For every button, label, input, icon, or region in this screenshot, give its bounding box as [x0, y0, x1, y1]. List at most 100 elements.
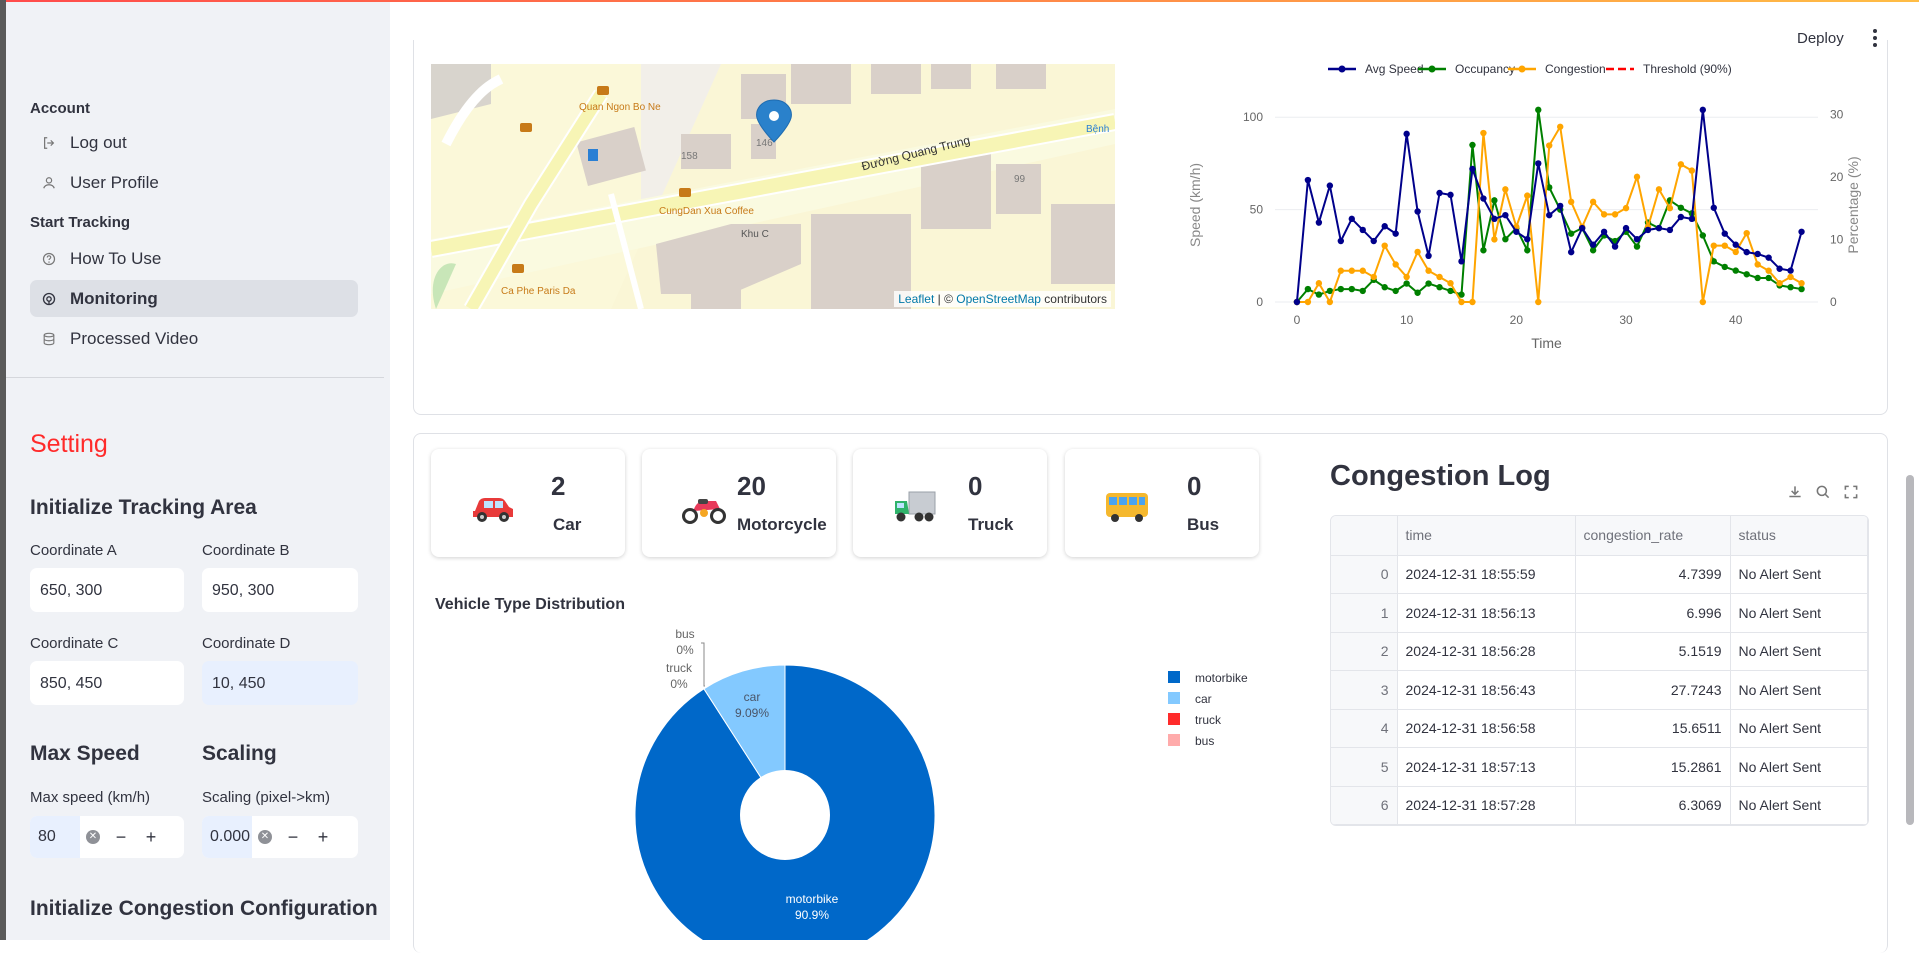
- increment-button[interactable]: +: [136, 827, 166, 848]
- pie-label-category: motorbike: [786, 892, 839, 906]
- pie-leader-line: [701, 642, 705, 687]
- data-point: [1557, 202, 1564, 210]
- pie-label-percent: 0%: [670, 677, 688, 691]
- osm-link[interactable]: OpenStreetMap: [956, 292, 1041, 306]
- coord-d-input[interactable]: 10, 450: [202, 661, 358, 705]
- data-point: [1337, 237, 1345, 245]
- congestion-log-table[interactable]: time congestion_rate status 0 2024-12-31 …: [1330, 515, 1869, 826]
- sidebar-item-processed-video[interactable]: Processed Video: [30, 320, 358, 357]
- table-row[interactable]: 3 2024-12-31 18:56:43 27.7243 No Alert Sent: [1331, 670, 1868, 710]
- table-row[interactable]: 0 2024-12-31 18:55:59 4.7399 No Alert Sent: [1331, 555, 1868, 594]
- data-point: [1743, 248, 1750, 256]
- bus-icon: [1106, 493, 1148, 522]
- time-cell: 2024-12-31 18:56:28: [1397, 632, 1576, 671]
- leaflet-link[interactable]: Leaflet: [898, 292, 934, 306]
- clear-icon[interactable]: ✕: [258, 830, 272, 844]
- table-row[interactable]: 5 2024-12-31 18:57:13 15.2861 No Alert Sent: [1331, 747, 1868, 787]
- row-index: 3: [1331, 670, 1398, 710]
- data-point: [1754, 261, 1761, 268]
- table-row[interactable]: 4 2024-12-31 18:56:58 15.6511 No Alert Sent: [1331, 709, 1868, 748]
- column-header-index[interactable]: [1331, 516, 1398, 556]
- series-line-1: [1296, 109, 1802, 303]
- max-speed-input[interactable]: 80: [30, 816, 80, 858]
- bus-count-card: 0 Bus: [1065, 449, 1259, 557]
- data-point: [1480, 247, 1487, 254]
- data-point: [1425, 280, 1432, 287]
- y-tick-label: 50: [1250, 203, 1264, 217]
- sidebar-item-monitoring[interactable]: Monitoring: [30, 280, 358, 317]
- legend-label: bus: [1195, 734, 1214, 748]
- data-point: [1436, 284, 1443, 291]
- decrement-button[interactable]: −: [278, 827, 308, 848]
- page-scrollbar[interactable]: [1906, 475, 1914, 825]
- data-point: [1798, 285, 1805, 293]
- x-axis-label: Time: [1531, 335, 1562, 351]
- attribution-tail: contributors: [1040, 292, 1107, 306]
- data-point: [1326, 182, 1334, 189]
- coord-c-input[interactable]: 850, 450: [30, 661, 184, 705]
- y2-tick-label: 30: [1830, 107, 1844, 121]
- data-point: [1370, 237, 1377, 245]
- data-point: [1469, 141, 1476, 149]
- coord-b-input[interactable]: 950, 300: [202, 568, 358, 612]
- search-icon[interactable]: [1814, 483, 1832, 501]
- column-header-congestion-rate[interactable]: congestion_rate: [1575, 516, 1731, 556]
- map[interactable]: Quan Ngon Bo Ne Đường Quang Trung CungDa…: [431, 64, 1115, 309]
- time-cell: 2024-12-31 18:56:58: [1397, 709, 1576, 748]
- account-section-title: Account: [30, 100, 90, 117]
- column-header-status[interactable]: status: [1730, 516, 1868, 556]
- legend-swatch: [1168, 671, 1180, 683]
- data-point: [1688, 215, 1696, 223]
- legend-swatch: [1168, 734, 1180, 746]
- table-row[interactable]: 6 2024-12-31 18:57:28 6.3069 No Alert Sent: [1331, 786, 1868, 825]
- sidebar-item-how-to-use[interactable]: How To Use: [30, 240, 358, 277]
- decrement-button[interactable]: −: [106, 827, 136, 848]
- data-point: [1535, 160, 1542, 167]
- scaling-input[interactable]: 0.000: [202, 816, 252, 858]
- data-point: [1546, 142, 1553, 149]
- table-toolbar: [1786, 483, 1860, 501]
- data-point: [1798, 280, 1805, 287]
- row-index: 6: [1331, 786, 1398, 825]
- sidebar-item-user-profile[interactable]: User Profile: [30, 164, 358, 201]
- vehicle-pie-chart[interactable]: motorbike 90.9% car 9.09% bus 0% truck 0% motorb…: [420, 618, 1320, 940]
- status-cell: No Alert Sent: [1730, 786, 1868, 825]
- setting-title: Setting: [30, 430, 108, 458]
- traffic-line-chart[interactable]: 0 50 100 0 10 20 30 0 10 20 30 40 Time Speed (km/h) Pe…: [1170, 52, 1870, 372]
- data-point: [1666, 226, 1674, 234]
- legend-label: truck: [1195, 713, 1222, 727]
- data-point: [1589, 198, 1597, 206]
- table-row[interactable]: 2 2024-12-31 18:56:28 5.1519 No Alert Sent: [1331, 632, 1868, 671]
- pie-hole: [740, 770, 830, 860]
- data-point: [1567, 230, 1575, 237]
- tracking-area-title: Initialize Tracking Area: [30, 496, 257, 519]
- data-point: [1677, 204, 1685, 211]
- bus-count: 0: [1187, 471, 1202, 501]
- increment-button[interactable]: +: [308, 827, 338, 848]
- data-point: [1743, 229, 1750, 237]
- coord-a-input[interactable]: 650, 300: [30, 568, 184, 612]
- data-point: [1348, 215, 1355, 223]
- data-point: [1699, 106, 1707, 114]
- max-speed-stepper: 80 ✕ − +: [30, 816, 184, 858]
- clear-icon[interactable]: ✕: [86, 830, 100, 844]
- status-cell: No Alert Sent: [1730, 632, 1868, 671]
- fullscreen-icon[interactable]: [1842, 483, 1860, 501]
- data-point: [1502, 211, 1509, 219]
- data-point: [1337, 267, 1345, 274]
- data-point: [1655, 224, 1663, 232]
- logout-icon: [44, 136, 55, 149]
- sidebar-item-logout[interactable]: Log out: [30, 124, 358, 161]
- data-point: [1304, 176, 1312, 184]
- pie-label-category: truck: [666, 661, 693, 675]
- congestion-rate-cell: 6.996: [1575, 593, 1731, 633]
- data-point: [1315, 280, 1323, 287]
- sidebar-item-label: Processed Video: [70, 328, 199, 348]
- column-header-time[interactable]: time: [1397, 516, 1576, 556]
- data-point: [1644, 226, 1652, 234]
- data-point: [1765, 254, 1772, 261]
- time-cell: 2024-12-31 18:57:28: [1397, 786, 1576, 825]
- download-icon[interactable]: [1786, 483, 1804, 501]
- data-point: [1557, 123, 1564, 130]
- table-row[interactable]: 1 2024-12-31 18:56:13 6.996 No Alert Sent: [1331, 593, 1868, 633]
